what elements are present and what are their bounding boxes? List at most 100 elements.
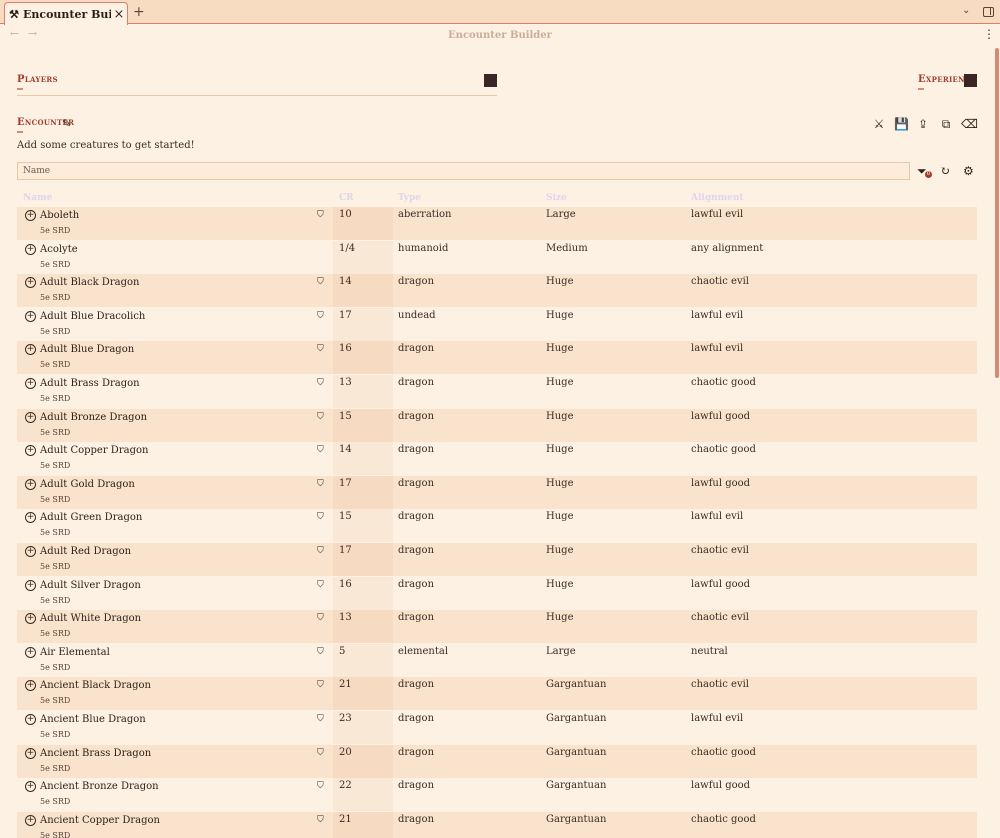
shield-icon[interactable]: ⛉	[317, 613, 324, 623]
add-creature-icon[interactable]: +	[25, 344, 36, 356]
creature-search-input[interactable]	[17, 162, 910, 180]
tab-encounter-builder[interactable]: ⚒ Encounter Buil... ×	[4, 2, 128, 25]
table-row[interactable]: + Adult Copper Dragon 5e SRD ⛉ 14 dragon Huge c…	[17, 442, 977, 476]
table-row[interactable]: + Adult Silver Dragon 5e SRD ⛉ 16 dragon Huge l…	[17, 576, 977, 610]
copy-icon[interactable]: ⧉	[939, 117, 953, 132]
table-row[interactable]: + Adult Blue Dracolich 5e SRD ⛉ 17 undead Huge…	[17, 307, 977, 341]
shield-icon[interactable]: ⛉	[317, 445, 324, 455]
shield-icon[interactable]: ⛉	[317, 512, 324, 522]
save-icon[interactable]: 💾	[894, 117, 909, 131]
chevron-down-icon[interactable]: ⌄	[962, 5, 970, 16]
table-row[interactable]: + Ancient Blue Dragon 5e SRD ⛉ 23 dragon Garga…	[17, 711, 977, 744]
add-creature-icon[interactable]: +	[25, 210, 36, 221]
creature-name[interactable]: Adult Blue Dracolich	[40, 311, 145, 322]
players-toggle[interactable]	[484, 74, 497, 87]
shield-icon[interactable]: ⛉	[317, 714, 324, 724]
add-creature-icon[interactable]: +	[25, 814, 36, 826]
scroll-thumb[interactable]	[995, 48, 999, 378]
add-creature-icon[interactable]: +	[25, 781, 36, 793]
add-creature-icon[interactable]: +	[25, 478, 36, 490]
add-creature-icon[interactable]: +	[25, 378, 36, 389]
creature-name[interactable]: Adult Gold Dragon	[40, 479, 135, 490]
shield-icon[interactable]: ⛉	[317, 344, 324, 354]
add-creature-icon[interactable]: +	[25, 445, 36, 457]
creature-name[interactable]: Adult White Dragon	[40, 613, 141, 624]
pencil-icon[interactable]: ✎	[62, 117, 71, 130]
creature-name[interactable]: Aboleth	[40, 210, 79, 221]
add-creature-icon[interactable]: +	[25, 646, 36, 658]
shield-icon[interactable]: ⛉	[317, 781, 324, 791]
eraser-icon[interactable]: ⌫	[961, 117, 978, 131]
table-row[interactable]: + Air Elemental 5e SRD ⛉ 5 elemental Large neut…	[17, 643, 977, 677]
swords-icon[interactable]: ⚔	[872, 117, 886, 131]
column-header-size[interactable]: Size	[546, 193, 567, 203]
experience-toggle[interactable]	[964, 74, 977, 87]
shield-icon[interactable]: ⛉	[317, 815, 324, 825]
table-row[interactable]: + Adult White Dragon 5e SRD ⛉ 13 dragon Huge ch…	[17, 610, 977, 644]
shield-icon[interactable]: ⛉	[317, 412, 324, 422]
table-row[interactable]: + Adult Brass Dragon 5e SRD ⛉ 13 dragon Huge ch…	[17, 375, 977, 408]
creature-name[interactable]: Adult Black Dragon	[40, 277, 139, 288]
creature-name[interactable]: Adult Bronze Dragon	[40, 412, 147, 423]
close-icon[interactable]: ×	[111, 7, 127, 22]
creature-name[interactable]: Ancient Black Dragon	[40, 680, 151, 691]
add-creature-icon[interactable]: +	[25, 411, 36, 423]
shield-icon[interactable]: ⛉	[317, 277, 324, 287]
creature-name[interactable]: Adult Copper Dragon	[40, 445, 148, 456]
reset-icon[interactable]: ↻	[940, 164, 950, 178]
shield-icon[interactable]: ⛉	[317, 580, 324, 590]
table-row[interactable]: + Acolyte 5e SRD 1/4 humanoid Medium any align…	[17, 240, 977, 274]
scrollbar[interactable]	[993, 48, 1000, 838]
creature-name[interactable]: Air Elemental	[40, 647, 110, 658]
shield-icon[interactable]: ⛉	[317, 378, 324, 388]
table-row[interactable]: + Ancient Bronze Dragon 5e SRD ⛉ 22 dragon Gar…	[17, 778, 977, 812]
add-creature-icon[interactable]: +	[25, 680, 36, 692]
creature-name[interactable]: Acolyte	[40, 244, 78, 255]
table-row[interactable]: + Adult Red Dragon 5e SRD ⛉ 17 dragon Huge chao…	[17, 543, 977, 576]
table-row[interactable]: + Adult Gold Dragon 5e SRD ⛉ 17 dragon Huge law…	[17, 475, 977, 509]
creature-name[interactable]: Adult Blue Dragon	[40, 344, 134, 355]
column-header-cr[interactable]: CR	[339, 193, 354, 203]
table-row[interactable]: + Ancient Black Dragon 5e SRD ⛉ 21 dragon Garg…	[17, 677, 977, 711]
table-row[interactable]: + Adult Bronze Dragon 5e SRD ⛉ 15 dragon Huge l…	[17, 408, 977, 442]
column-header-alignment[interactable]: Alignment	[691, 193, 744, 203]
shield-icon[interactable]: ⛉	[317, 680, 324, 690]
shield-icon[interactable]: ⛉	[317, 479, 324, 489]
add-creature-icon[interactable]: +	[25, 579, 36, 591]
creature-name[interactable]: Ancient Brass Dragon	[40, 748, 151, 759]
add-creature-icon[interactable]: +	[25, 546, 36, 557]
creature-name[interactable]: Adult Silver Dragon	[40, 580, 141, 591]
gear-icon[interactable]: ⚙	[963, 164, 974, 178]
creature-name[interactable]: Adult Green Dragon	[40, 512, 142, 523]
export-icon[interactable]: ⇪	[916, 117, 930, 131]
shield-icon[interactable]: ⛉	[317, 647, 324, 657]
creature-alignment: lawful good	[691, 578, 751, 590]
shield-icon[interactable]: ⛉	[317, 748, 324, 758]
add-creature-icon[interactable]: +	[25, 310, 36, 322]
table-row[interactable]: + Adult Blue Dragon 5e SRD ⛉ 16 dragon Huge law…	[17, 341, 977, 375]
creature-name[interactable]: Ancient Copper Dragon	[40, 815, 160, 826]
table-row[interactable]: + Aboleth 5e SRD ⛉ 10 aberration Large lawful e…	[17, 207, 977, 240]
table-row[interactable]: + Ancient Copper Dragon 5e SRD ⛉ 21 dragon Gar…	[17, 811, 977, 838]
creature-name[interactable]: Adult Red Dragon	[40, 546, 131, 557]
add-creature-icon[interactable]: +	[25, 613, 36, 625]
sidebar-toggle-icon[interactable]	[983, 7, 994, 17]
table-row[interactable]: + Adult Green Dragon 5e SRD ⛉ 15 dragon Huge la…	[17, 509, 977, 543]
new-tab-button[interactable]: +	[133, 4, 145, 20]
table-row[interactable]: + Ancient Brass Dragon 5e SRD ⛉ 20 dragon Garg…	[17, 744, 977, 778]
shield-icon[interactable]: ⛉	[317, 311, 324, 321]
add-creature-icon[interactable]: +	[25, 243, 36, 255]
creature-name[interactable]: Ancient Bronze Dragon	[40, 781, 159, 792]
table-row[interactable]: + Adult Black Dragon 5e SRD ⛉ 14 dragon Huge ch…	[17, 274, 977, 308]
add-creature-icon[interactable]: +	[25, 512, 36, 524]
column-header-name[interactable]: Name	[23, 193, 52, 203]
shield-icon[interactable]: ⛉	[317, 546, 324, 556]
add-creature-icon[interactable]: +	[25, 747, 36, 759]
creature-name[interactable]: Adult Brass Dragon	[40, 378, 140, 389]
column-header-type[interactable]: Type	[398, 193, 421, 203]
creature-name[interactable]: Ancient Blue Dragon	[40, 714, 146, 725]
shield-icon[interactable]: ⛉	[317, 210, 324, 220]
more-options-icon[interactable]: ⋮	[983, 27, 995, 41]
add-creature-icon[interactable]: +	[25, 277, 36, 289]
add-creature-icon[interactable]: +	[25, 714, 36, 725]
